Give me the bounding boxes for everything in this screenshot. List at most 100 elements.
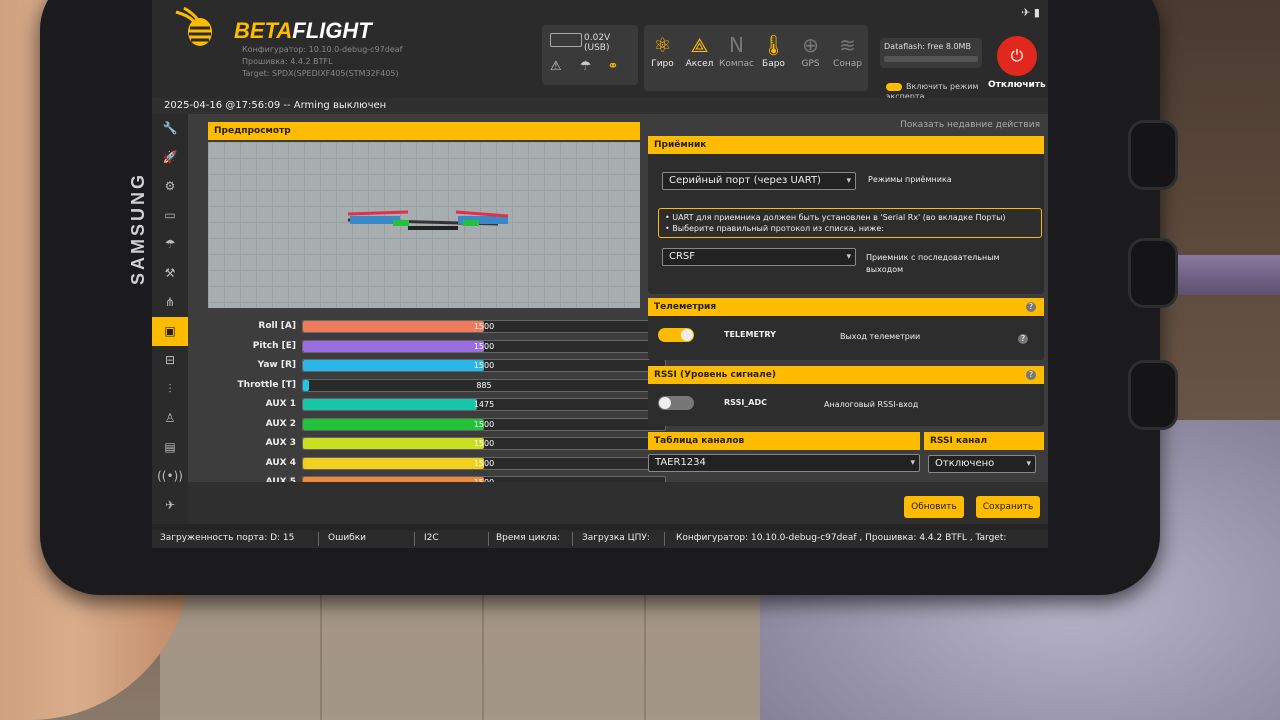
show-recent-actions[interactable]: Показать недавние действия: [900, 120, 1040, 130]
channel-map-header: Таблица каналов: [648, 432, 920, 450]
channel-label: Pitch [E]: [252, 340, 296, 351]
channel-bar: 1475: [302, 398, 666, 411]
rssi-header: RSSI (Уровень сигнале): [648, 366, 1044, 384]
telemetry-desc: Выход телеметрии: [840, 332, 921, 341]
cpu-load-label: Загрузка ЦПУ:: [582, 533, 650, 543]
receiver-protocol-select[interactable]: CRSF ▾: [662, 248, 856, 266]
telemetry-toggle[interactable]: [658, 328, 694, 342]
receiver-header: Приёмник: [648, 136, 1044, 154]
home-button[interactable]: [1128, 238, 1178, 308]
battery-icon[interactable]: ▭: [152, 201, 188, 230]
sensor-sonar: ≋ Сонар: [829, 25, 866, 91]
channel-value: 1500: [473, 361, 495, 370]
telemetry-header: Телеметрия: [648, 298, 1044, 316]
rssi-channel-header: RSSI канал: [924, 432, 1044, 450]
refresh-button[interactable]: Обновить: [904, 496, 964, 518]
wrench-icon[interactable]: 🔧: [152, 114, 188, 143]
screen: BETAFLIGHT Конфигуратор: 10.10.0-debug-c…: [152, 0, 1048, 548]
status-bar: Загруженность порта: D: 15 Ошибки I2C Вр…: [152, 530, 1048, 548]
sensor-gyro: ⚛ Гиро: [644, 25, 681, 91]
app-header: BETAFLIGHT Конфигуратор: 10.10.0-debug-c…: [152, 0, 1048, 101]
rssi-desc: Аналоговый RSSI-вход: [824, 400, 919, 409]
channel-value: 1500: [473, 419, 495, 429]
channel-value: 1500: [473, 341, 495, 351]
channel-value: 885: [476, 380, 492, 390]
channel-bar: 1500: [302, 456, 666, 470]
osd-icon[interactable]: ▤: [152, 433, 188, 462]
channel-map-input[interactable]: TAER1234 ▾: [648, 454, 920, 472]
sensor-compass: N Компас: [718, 25, 755, 91]
rssi-channel-select[interactable]: Отключено ▾: [928, 455, 1036, 473]
sonar-icon: ≋: [839, 33, 856, 57]
android-status-icons: ✈ ▮: [1021, 6, 1040, 19]
channel-bar: 1500: [302, 320, 666, 333]
channel-label: Roll [A]: [258, 321, 296, 331]
sensor-label: Гиро: [651, 59, 674, 69]
battery-icon: [550, 33, 582, 47]
receiver-tab-content: Показать недавние действия Предпросмотр …: [188, 114, 1048, 524]
receiver-icon[interactable]: ▣: [152, 317, 188, 346]
receiver-mode-label: Режимы приёмника: [868, 175, 952, 184]
expert-toggle-switch[interactable]: [886, 82, 902, 91]
gyro-icon: ⚛: [653, 33, 672, 57]
help-icon[interactable]: ?: [1026, 302, 1036, 312]
receiver-note: • UART для приемника должен быть установ…: [658, 208, 1042, 238]
compass-icon: N: [729, 33, 744, 57]
chevron-down-icon: ▾: [1026, 459, 1031, 469]
recent-apps-button[interactable]: [1128, 120, 1178, 190]
sensor-accel: ⟁ Аксел: [681, 25, 718, 91]
channel-bar: 1500: [302, 437, 666, 450]
chevron-down-icon: ▾: [846, 252, 851, 262]
parachute-status-icon: ☂: [579, 59, 592, 74]
chevron-down-icon: ▾: [910, 458, 915, 468]
channel-label: AUX 3: [265, 438, 296, 448]
firmware-info: Конфигуратор: 10.10.0-debug-c97deaf Прош…: [242, 45, 403, 78]
dataflash-label: Dataflash: free 8.0MB: [884, 42, 971, 51]
channel-value: 1500: [473, 322, 495, 331]
chevron-down-icon: ▾: [846, 176, 851, 186]
preview-header: Предпросмотр: [208, 122, 640, 140]
channel-label: AUX 2: [265, 418, 296, 429]
receiver-mode-select[interactable]: Серийный порт (через UART) ▾: [662, 172, 856, 190]
gps-icon: ⊕: [802, 33, 819, 57]
sensor-label: Сонар: [833, 59, 862, 69]
sliders-icon[interactable]: ⫶: [152, 375, 188, 404]
gear-icon[interactable]: ⚙: [152, 172, 188, 201]
baro-icon: 🌡: [760, 33, 787, 57]
channel-label: Throttle [T]: [237, 379, 296, 390]
quad-model-icon: [347, 210, 509, 230]
tree-icon[interactable]: ⋔: [152, 288, 188, 317]
sensor-panel: ⚛ Гиро ⟁ Аксел N Компас 🌡 Баро ⊕ GPS ≋ Сонар: [644, 25, 868, 91]
motor-icon[interactable]: ⚒: [152, 259, 188, 288]
model-preview: [208, 142, 640, 308]
sensor-baro: 🌡 Баро: [755, 25, 792, 91]
channel-bar: 1500: [302, 417, 666, 431]
battery-voltage: 0.02V (USB): [584, 33, 611, 53]
channel-bar: 885: [302, 378, 666, 392]
plane-icon[interactable]: ✈: [152, 491, 188, 520]
sidebar: 🔧 🚀 ⚙ ▭ ☂ ⚒ ⋔ ▣ ⊟ ⫶ ♙ ▤ ((•)) ✈: [152, 114, 188, 524]
port-load: Загруженность порта: D: 15: [160, 533, 295, 543]
help-icon[interactable]: ?: [1018, 334, 1028, 344]
rssi-adc-toggle[interactable]: [658, 396, 694, 410]
parachute-icon[interactable]: ☂: [152, 230, 188, 259]
channel-bar: 1500: [302, 339, 666, 353]
antenna-icon[interactable]: ((•)): [152, 462, 188, 491]
save-button[interactable]: Сохранить: [976, 496, 1040, 518]
disconnect-button[interactable]: Отключить: [988, 80, 1046, 90]
channel-bar: 1500: [302, 359, 666, 372]
channel-value: 1475: [473, 400, 495, 409]
toggle-icon[interactable]: ⊟: [152, 346, 188, 375]
rocket-icon[interactable]: 🚀: [152, 143, 188, 172]
servo-icon[interactable]: ♙: [152, 404, 188, 433]
back-button[interactable]: [1128, 360, 1178, 430]
arming-status-bar: 2025-04-16 @17:56:09 -- Arming выключен: [152, 98, 1048, 115]
errors-label: Ошибки: [328, 533, 367, 543]
help-icon[interactable]: ?: [1026, 370, 1036, 380]
bee-logo-icon: [175, 6, 212, 46]
dataflash-panel: Dataflash: free 8.0MB: [880, 38, 982, 68]
warning-icon: ⚠: [550, 59, 562, 74]
disconnect-usb-icon[interactable]: ⏻: [997, 36, 1037, 76]
sensor-label: Баро: [762, 59, 785, 69]
sensor-gps: ⊕ GPS: [792, 25, 829, 91]
